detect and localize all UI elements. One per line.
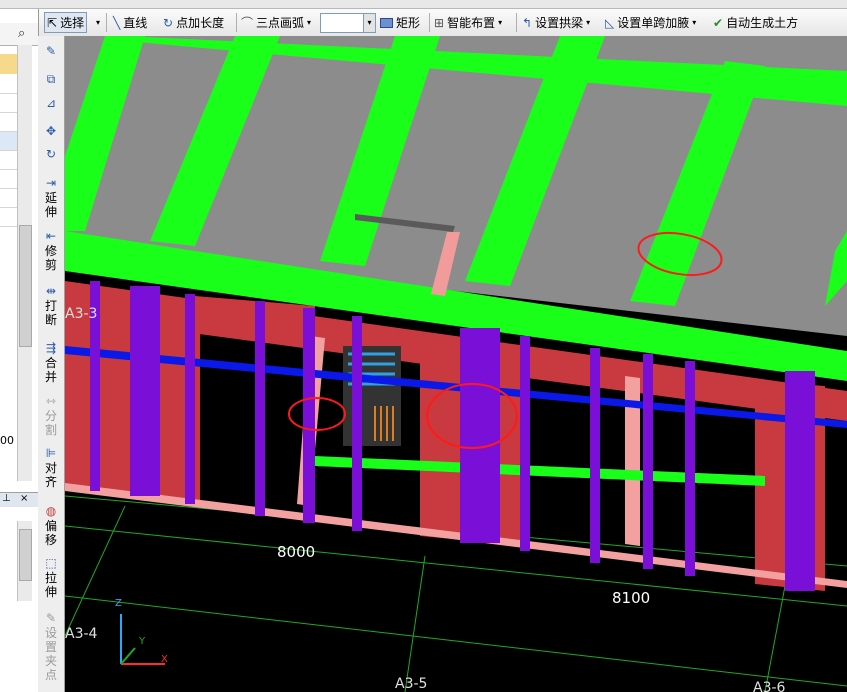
trim-tool[interactable]: ⇤ 修剪: [40, 229, 62, 272]
grid-layout-icon: ⊞: [434, 15, 445, 30]
break-tool[interactable]: ⇹ 打断: [40, 284, 62, 327]
split-icon: ⇿: [45, 394, 57, 408]
arc-dropdown-arrow[interactable]: ▾: [307, 18, 311, 27]
line-icon: ╲: [113, 15, 121, 30]
haunch-icon: ◺: [605, 15, 615, 30]
model-canvas: [65, 36, 847, 692]
trim-icon: ⇤: [45, 229, 57, 243]
y-axis-label: Y: [139, 636, 146, 647]
move-tool[interactable]: ✥: [40, 124, 62, 139]
brush-icon: ✎: [45, 44, 57, 58]
set-grip-tool[interactable]: ✎ 设置夹点: [40, 611, 62, 682]
copy-icon: ⧉: [46, 72, 56, 86]
offset-icon: ◍: [45, 504, 57, 518]
z-axis-label: Z: [115, 598, 122, 609]
rectangle-button[interactable]: 矩形: [380, 12, 420, 33]
arc-icon: ⌒: [241, 16, 254, 30]
drawing-toolbar: ⇱ 选择 ▾ ╲ 直线 ↻ 点加长度 ⌒ 三点画弧 ▾ ▾ 矩形 ⊞ 智能布置 …: [38, 9, 847, 37]
toolbar-separator: [429, 13, 430, 32]
select-button[interactable]: ⇱ 选择: [44, 12, 88, 33]
list-row[interactable]: [0, 208, 17, 227]
grip-icon: ✎: [45, 611, 57, 625]
scroll-thumb[interactable]: [19, 225, 32, 347]
offset-tool[interactable]: ◍ 偏移: [40, 504, 62, 547]
top-menu-strip: [0, 0, 847, 9]
copy-tool[interactable]: ⧉: [40, 72, 62, 87]
arch-beam-icon: ↰: [522, 15, 533, 30]
point-length-button[interactable]: ↻ 点加长度: [163, 12, 224, 33]
set-arch-beam-button[interactable]: ↰ 设置拱梁 ▾: [522, 12, 590, 33]
align-icon: ⊫: [45, 446, 57, 460]
selected-row-marker[interactable]: [0, 54, 17, 74]
arc-parameter-combo[interactable]: ▾: [320, 13, 376, 33]
cursor-icon: ⇱: [47, 15, 58, 30]
mirror-icon: ⊿: [45, 96, 57, 110]
list-row[interactable]: [0, 189, 17, 208]
brush-tool[interactable]: ✎: [40, 44, 62, 59]
stretch-tool[interactable]: ⬚ 拉伸: [40, 556, 62, 599]
staircase: [343, 346, 401, 446]
arch-beam-dropdown-arrow[interactable]: ▾: [586, 18, 590, 27]
line-button[interactable]: ╲ 直线: [113, 12, 147, 33]
scroll-thumb[interactable]: [19, 529, 32, 581]
toolbar-separator: [236, 13, 237, 32]
list-row[interactable]: [0, 151, 17, 170]
close-icon[interactable]: ×: [20, 493, 28, 504]
panel-scrollbar[interactable]: [17, 45, 32, 481]
dimension-label: 8000: [277, 543, 316, 561]
rectangle-icon: [380, 17, 393, 28]
left-properties-panel: ⌕ 00 ⊥ ×: [0, 9, 39, 692]
axis-label: A3-6: [753, 680, 786, 692]
smart-layout-button[interactable]: ⊞ 智能布置 ▾: [434, 12, 502, 33]
break-icon: ⇹: [45, 284, 57, 298]
list-row[interactable]: [0, 113, 17, 132]
pin-icon[interactable]: ⊥: [2, 493, 11, 504]
lower-green-beam: [315, 456, 765, 486]
move-icon: ✥: [45, 124, 57, 138]
coordinate-triad: Z Y X: [109, 598, 179, 674]
rotate-point-icon: ↻: [163, 15, 174, 30]
merge-tool[interactable]: ⇶ 合并: [40, 341, 62, 384]
list-row[interactable]: [0, 75, 17, 94]
align-tool[interactable]: ⊫ 对齐: [40, 446, 62, 489]
x-axis-label: X: [161, 654, 168, 665]
extend-tool[interactable]: ⇥ 延伸: [40, 176, 62, 219]
rotate-icon: ↻: [45, 147, 57, 161]
toolbar-separator: [516, 13, 517, 32]
axis-label: A3-5: [395, 676, 428, 692]
search-bar: ⌕: [0, 23, 38, 46]
list-row[interactable]: [0, 132, 17, 151]
list-row[interactable]: [0, 170, 17, 189]
three-point-arc-button[interactable]: ⌒ 三点画弧 ▾: [241, 12, 311, 33]
search-icon[interactable]: ⌕: [18, 26, 25, 41]
extend-icon: ⇥: [45, 176, 57, 190]
mirror-tool[interactable]: ⊿: [40, 96, 62, 111]
value-cell: 00: [0, 434, 14, 447]
axis-label: A3-4: [65, 626, 98, 642]
set-span-haunch-button[interactable]: ◺ 设置单跨加腋 ▾: [605, 12, 696, 33]
toolbar-separator: [106, 13, 107, 32]
haunch-dropdown-arrow[interactable]: ▾: [692, 18, 696, 27]
list-row[interactable]: [0, 94, 17, 113]
checkmark-icon: ✔: [713, 15, 724, 30]
combo-arrow[interactable]: ▾: [363, 14, 375, 32]
panel-scrollbar-lower[interactable]: [17, 521, 32, 601]
3d-model-viewport[interactable]: A3-3 A3-4 A3-5 A3-6 8000 8100 Z Y X: [65, 36, 847, 692]
auto-earthwork-button[interactable]: ✔ 自动生成土方: [713, 12, 798, 33]
dimension-label: 8100: [612, 589, 651, 607]
select-dropdown-arrow[interactable]: ▾: [96, 12, 100, 33]
axis-label: A3-3: [65, 306, 98, 322]
merge-icon: ⇶: [45, 341, 57, 355]
stretch-icon: ⬚: [45, 556, 57, 570]
modify-toolbar: ✎ ⧉ ⊿ ✥ ↻ ⇥ 延伸 ⇤ 修剪 ⇹ 打断 ⇶ 合并 ⇿ 分割 ⊫ 对齐 …: [38, 36, 65, 692]
panel-header: ⊥ ×: [0, 492, 38, 507]
smart-layout-dropdown-arrow[interactable]: ▾: [498, 18, 502, 27]
split-tool[interactable]: ⇿ 分割: [40, 394, 62, 437]
rotate-tool[interactable]: ↻: [40, 147, 62, 162]
